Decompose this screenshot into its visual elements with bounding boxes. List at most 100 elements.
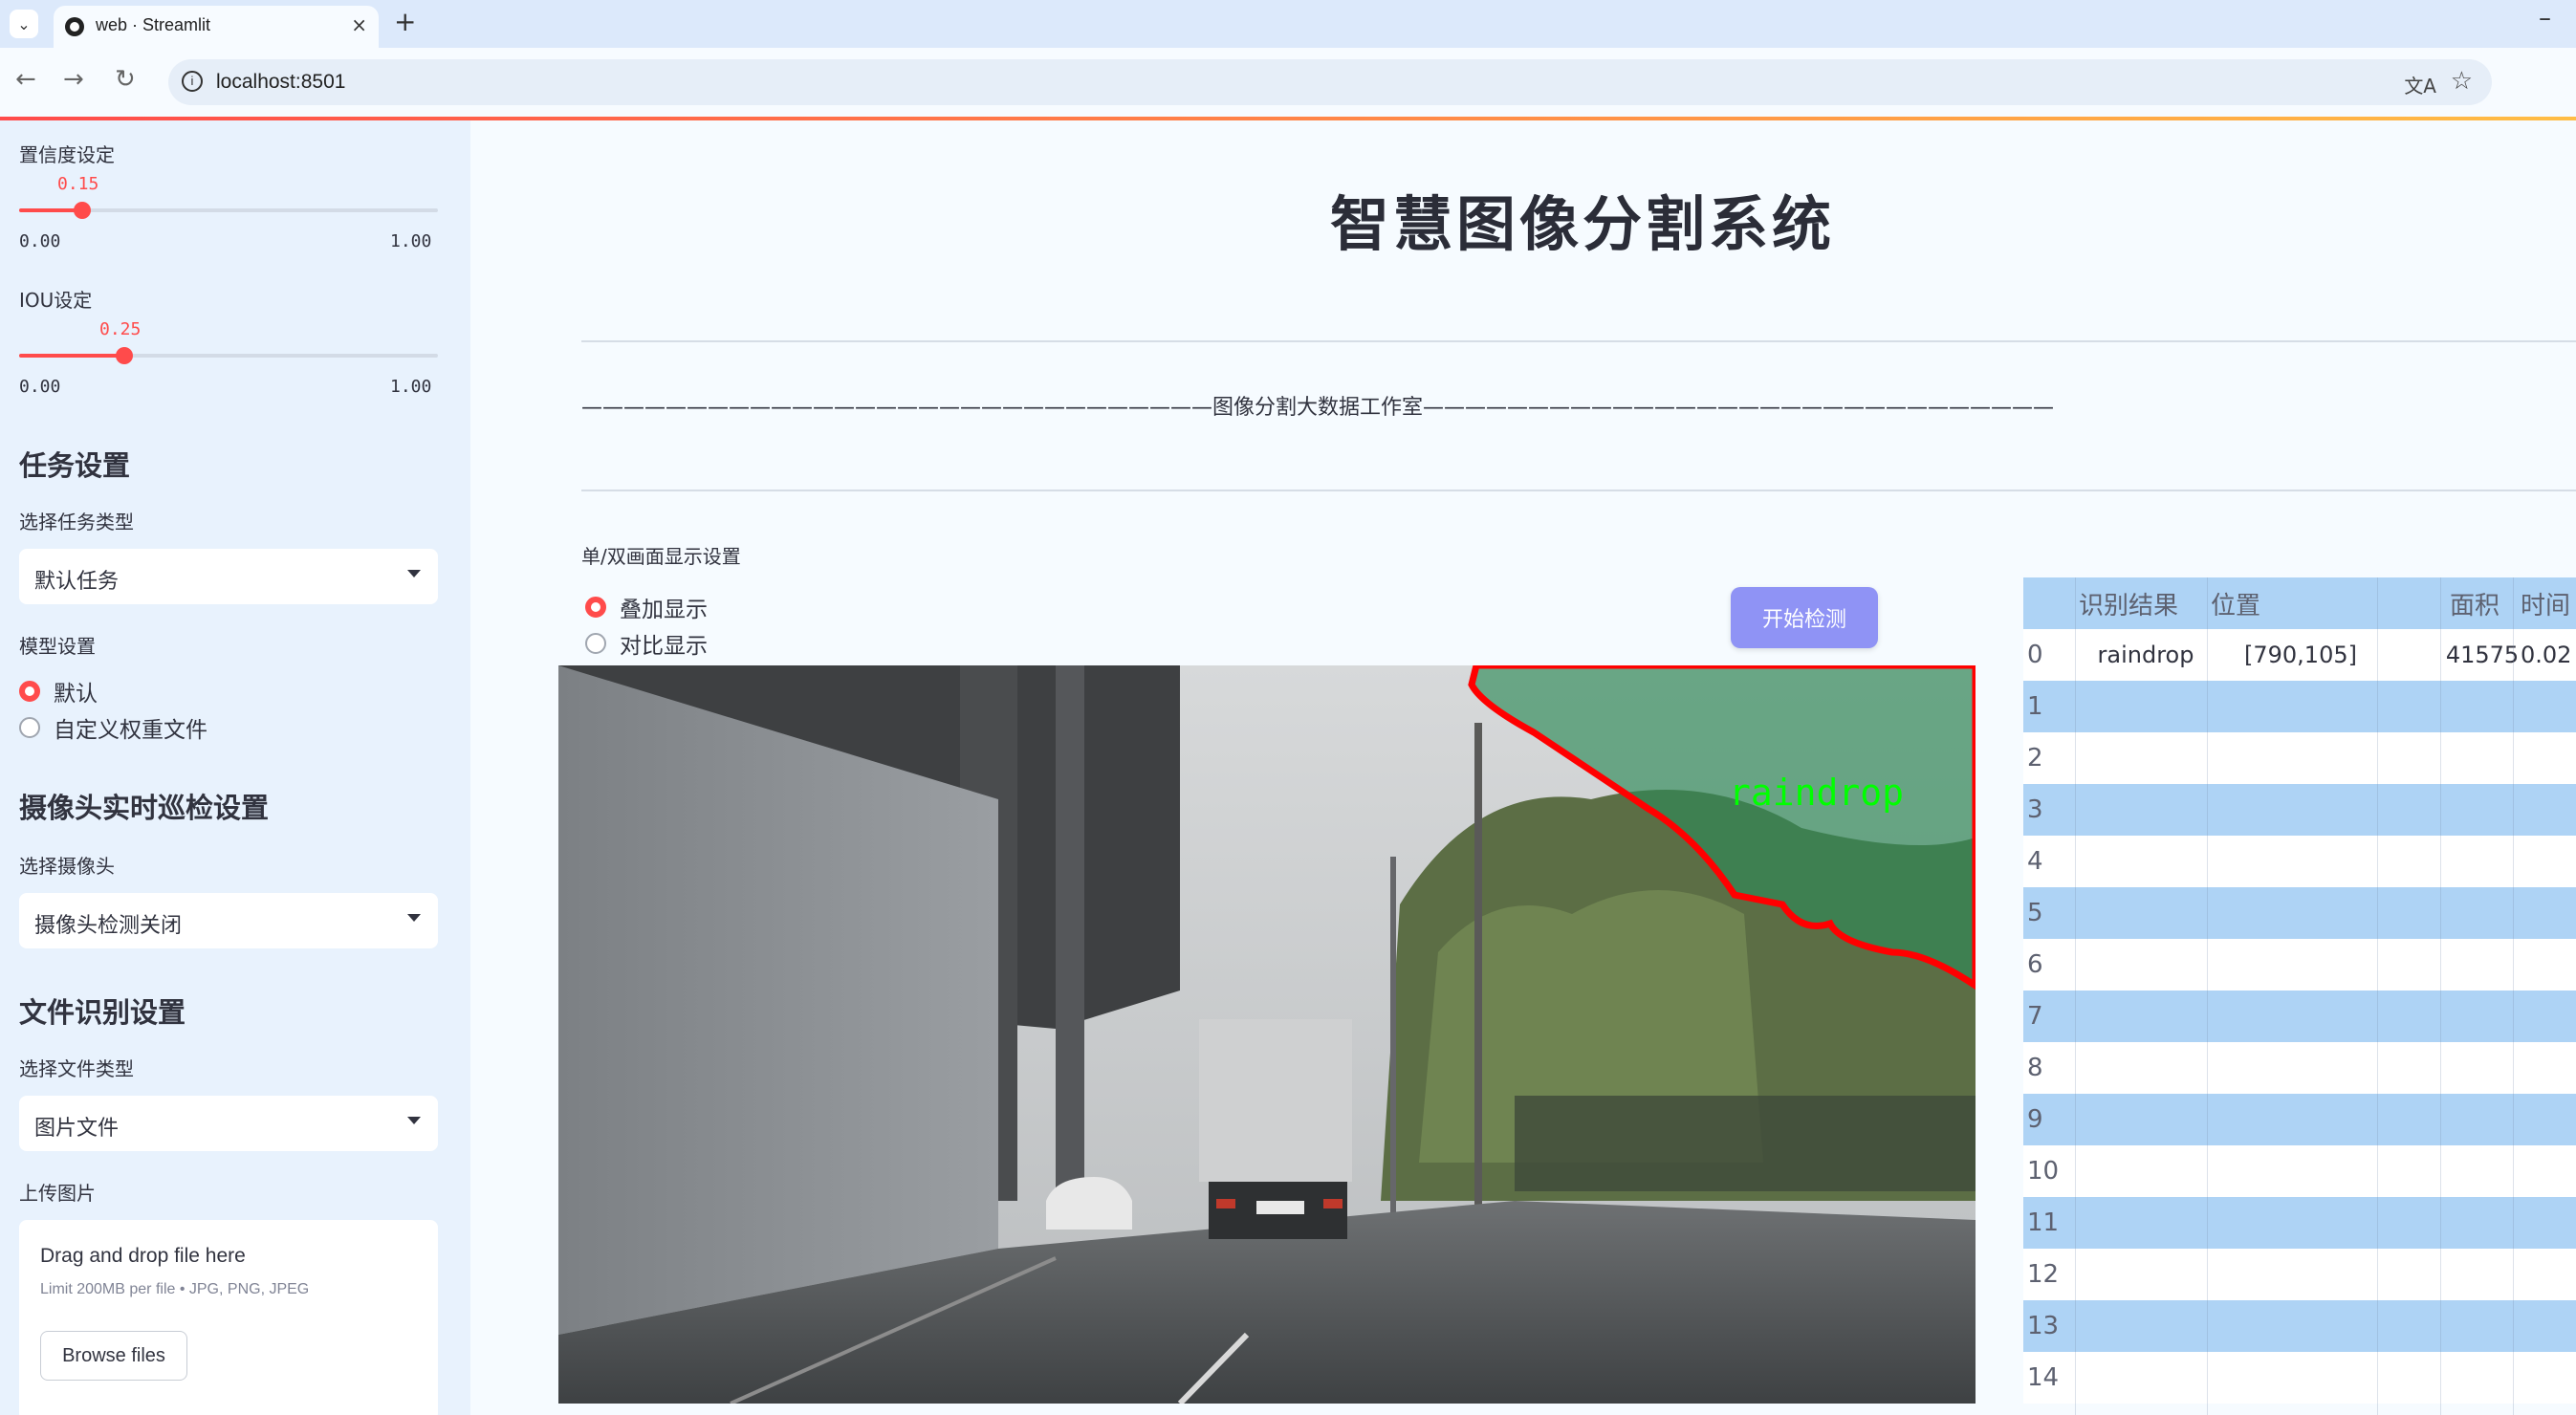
display-option-label: 对比显示 — [620, 634, 708, 659]
confidence-value: 0.15 — [57, 174, 99, 194]
forward-arrow-icon[interactable]: → — [63, 65, 84, 94]
new-tab-button[interactable]: + — [394, 6, 416, 37]
model-settings-label: 模型设置 — [19, 635, 96, 658]
table-row: 7 — [2023, 990, 2576, 1042]
iou-slider-thumb[interactable] — [115, 347, 133, 364]
header-result: 识别结果 — [2079, 591, 2179, 620]
row-index: 11 — [2027, 1208, 2060, 1237]
cell-position — [2215, 1145, 2387, 1197]
tab-close-icon[interactable]: × — [351, 13, 367, 36]
file-uploader-dropzone[interactable]: Drag and drop file here Limit 200MB per … — [19, 1220, 438, 1415]
file-type-select[interactable]: 图片文件 — [19, 1096, 438, 1151]
table-row: 8 — [2023, 1042, 2576, 1094]
row-index: 0 — [2027, 641, 2043, 669]
confidence-slider[interactable] — [19, 202, 438, 219]
upload-label: 上传图片 — [19, 1182, 96, 1205]
cell-position — [2215, 732, 2387, 784]
cell-position — [2215, 1352, 2387, 1404]
header-position: 位置 — [2211, 591, 2261, 620]
cell-position — [2215, 990, 2387, 1042]
table-row: 11 — [2023, 1197, 2576, 1249]
cell-area — [2444, 784, 2521, 836]
row-index: 2 — [2027, 744, 2043, 773]
cell-position — [2215, 836, 2387, 887]
cell-area — [2444, 1197, 2521, 1249]
cell-result — [2079, 1300, 2213, 1352]
browser-tab[interactable]: web · Streamlit × — [54, 6, 379, 48]
reload-icon[interactable]: ↻ — [115, 65, 136, 94]
divider — [581, 340, 2576, 342]
task-type-value: 默认任务 — [34, 570, 120, 594]
iou-min: 0.00 — [19, 377, 61, 397]
table-row: 12 — [2023, 1249, 2576, 1300]
cell-time — [2521, 1352, 2576, 1404]
cell-result — [2079, 1042, 2213, 1094]
browse-files-button[interactable]: Browse files — [40, 1331, 187, 1381]
start-detection-button[interactable]: 开始检测 — [1731, 587, 1878, 648]
model-option-label: 自定义权重文件 — [54, 718, 207, 743]
radio-unselected-icon[interactable] — [585, 633, 606, 654]
cell-time — [2521, 990, 2576, 1042]
model-option-label: 默认 — [54, 682, 98, 707]
cell-position — [2215, 784, 2387, 836]
task-type-label: 选择任务类型 — [19, 511, 134, 533]
table-column-divider — [2207, 577, 2208, 1415]
file-type-value: 图片文件 — [34, 1117, 120, 1141]
chevron-down-icon — [407, 570, 421, 577]
model-radio-custom[interactable]: 自定义权重文件 — [19, 711, 207, 744]
radio-selected-icon[interactable] — [585, 597, 606, 618]
cell-result — [2079, 681, 2213, 732]
table-row: 4 — [2023, 836, 2576, 887]
cell-area — [2444, 1042, 2521, 1094]
cell-position — [2215, 1042, 2387, 1094]
cell-result — [2079, 836, 2213, 887]
subtitle-banner: ——————————————————————————————图像分割大数据工作室… — [581, 396, 2055, 420]
iou-slider[interactable] — [19, 347, 438, 364]
cell-position — [2215, 1094, 2387, 1145]
display-mode-label: 单/双画面显示设置 — [581, 545, 741, 568]
cell-area — [2444, 1145, 2521, 1197]
camera-select[interactable]: 摄像头检测关闭 — [19, 893, 438, 948]
results-table: 识别结果 位置 面积 时间 0 raindrop [790,105] 41575 0.0… — [2023, 577, 2576, 1415]
row-index: 10 — [2027, 1157, 2060, 1186]
translate-icon[interactable]: 文A — [2404, 71, 2436, 98]
cell-time — [2521, 1249, 2576, 1300]
cell-position — [2215, 939, 2387, 990]
row-index: 13 — [2027, 1312, 2060, 1340]
tab-list-chevron-icon[interactable]: ⌄ — [10, 10, 38, 38]
display-radio-compare[interactable]: 对比显示 — [585, 627, 708, 660]
window-minimize-button[interactable]: – — [2539, 4, 2551, 33]
radio-unselected-icon[interactable] — [19, 717, 40, 738]
table-column-divider — [2440, 577, 2441, 1415]
bookmark-star-icon[interactable]: ☆ — [2451, 67, 2473, 96]
address-bar[interactable]: i localhost:8501 文A ☆ — [168, 59, 2492, 105]
cell-result — [2079, 1352, 2213, 1404]
task-type-select[interactable]: 默认任务 — [19, 549, 438, 604]
cell-area — [2444, 681, 2521, 732]
detection-class-label: raindrop — [1729, 772, 1904, 814]
confidence-min: 0.00 — [19, 231, 61, 251]
cell-position — [2215, 681, 2387, 732]
table-row: 14 — [2023, 1352, 2576, 1404]
cell-position — [2215, 1197, 2387, 1249]
cell-position: [790,105] — [2244, 642, 2357, 668]
browser-tab-bar: ⌄ web · Streamlit × + – — [0, 0, 2576, 48]
site-info-icon[interactable]: i — [182, 71, 203, 92]
back-arrow-icon[interactable]: ← — [15, 65, 36, 94]
camera-settings-heading: 摄像头实时巡检设置 — [19, 792, 270, 824]
row-index: 14 — [2027, 1363, 2060, 1392]
cell-result — [2079, 1197, 2213, 1249]
cell-position — [2215, 1249, 2387, 1300]
table-row: 1 — [2023, 681, 2576, 732]
cell-result — [2079, 939, 2213, 990]
url-text[interactable]: localhost:8501 — [216, 71, 345, 94]
confidence-slider-thumb[interactable] — [73, 202, 91, 219]
radio-selected-icon[interactable] — [19, 681, 40, 702]
sidebar: 置信度设定 0.15 0.00 1.00 IOU设定 0.25 0.00 1.0… — [0, 120, 470, 1415]
table-column-divider — [2377, 577, 2378, 1415]
display-radio-overlay[interactable]: 叠加显示 — [585, 591, 708, 623]
model-radio-default[interactable]: 默认 — [19, 675, 98, 708]
divider — [581, 490, 2576, 491]
row-index: 9 — [2027, 1105, 2043, 1134]
chevron-down-icon — [407, 1117, 421, 1124]
